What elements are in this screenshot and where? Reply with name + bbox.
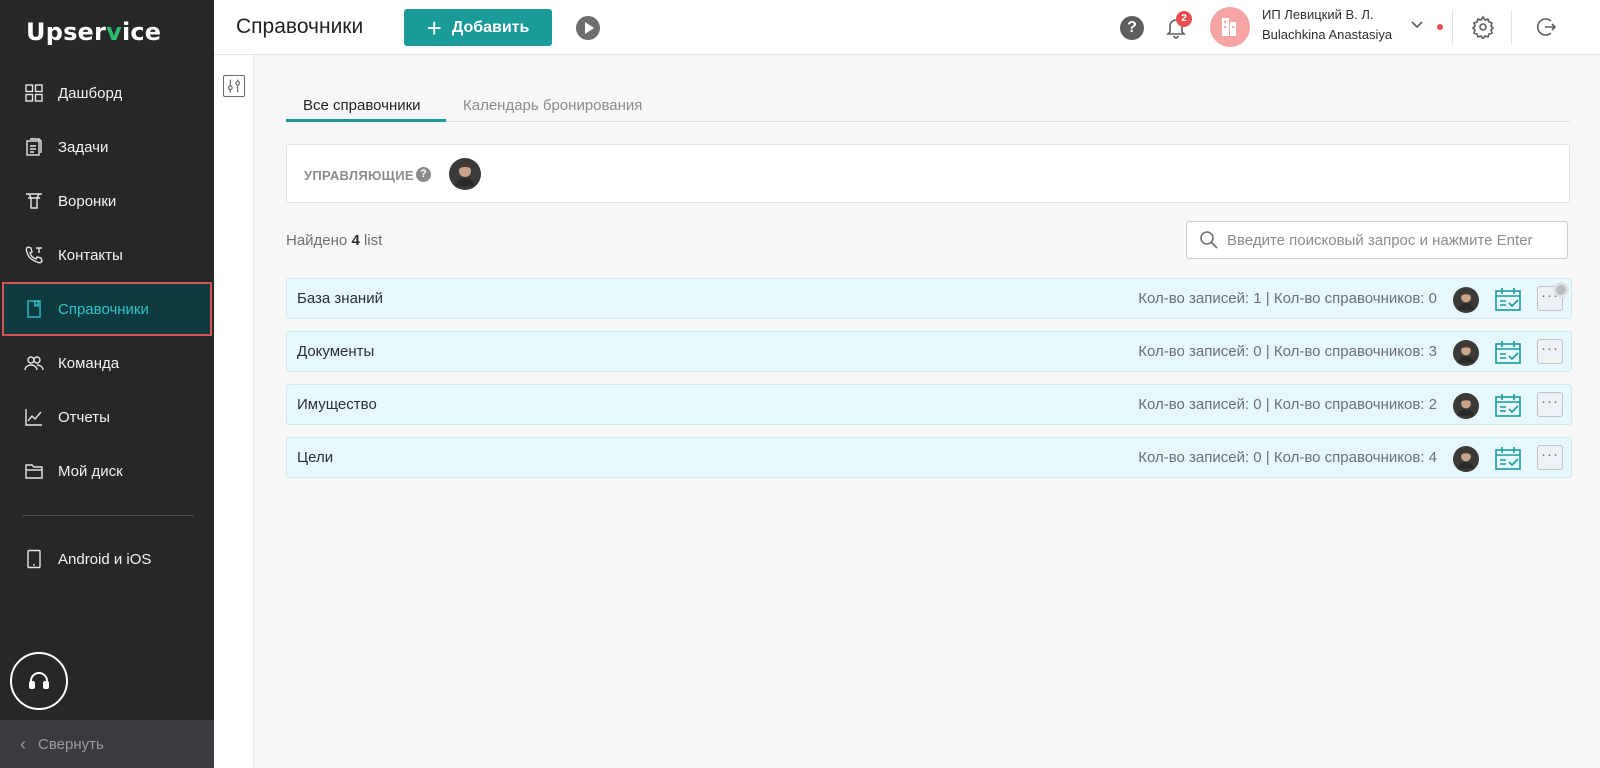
list-item-stats: Кол-во записей: 0 | Кол-во справочников:… [1138, 449, 1437, 466]
row-menu-button[interactable]: ··· [1537, 339, 1563, 364]
chevron-down-icon[interactable] [1410, 18, 1424, 32]
list-item[interactable]: Документы Кол-во записей: 0 | Кол-во спр… [286, 331, 1572, 372]
collapse-sidebar-button[interactable]: ‹ Свернуть [0, 720, 214, 768]
help-icon[interactable]: ? [416, 167, 431, 182]
calendar-check-icon[interactable] [1495, 287, 1521, 312]
chart-line-icon [25, 409, 42, 426]
sidebar-item-label: Команда [58, 354, 120, 372]
list-item-name: База знаний [297, 290, 383, 307]
top-header: Справочники + Добавить ? 2 ИП Левицкий В… [214, 0, 1600, 55]
owner-avatar [1453, 393, 1479, 419]
collapse-label: Свернуть [38, 735, 104, 753]
list-item-name: Документы [297, 343, 375, 360]
search-box [1186, 221, 1568, 259]
header-divider [1452, 10, 1453, 44]
sidebar-item-dashboard[interactable]: Дашборд [0, 66, 214, 120]
search-icon [1200, 231, 1218, 249]
support-headset-button[interactable] [10, 652, 68, 710]
filter-sliders-icon[interactable] [223, 75, 245, 97]
sidebar-divider [22, 515, 194, 516]
list-item[interactable]: База знаний Кол-во записей: 1 | Кол-во с… [286, 278, 1572, 319]
sidebar-mobile-apps: Android и iOS [0, 532, 214, 586]
company-avatar[interactable] [1210, 7, 1250, 47]
calendar-check-icon[interactable] [1495, 393, 1521, 418]
dashboard-grid-icon [25, 84, 43, 102]
main-content: Все справочники Календарь бронирования У… [254, 55, 1600, 768]
phone-contact-icon [25, 246, 43, 264]
search-input[interactable] [1227, 231, 1547, 249]
managers-label: УПРАВЛЯЮЩИЕ [304, 168, 414, 183]
book-icon [27, 300, 41, 318]
logout-icon[interactable] [1534, 15, 1558, 39]
active-tab-indicator [286, 119, 446, 122]
building-icon [1222, 18, 1236, 36]
sidebar-item-android-ios[interactable]: Android и iOS [0, 532, 214, 586]
found-count: Найдено 4 list [286, 232, 383, 249]
tablet-icon [27, 549, 41, 569]
tabs: Все справочники Календарь бронирования [286, 91, 1570, 122]
drag-handle-icon[interactable] [1553, 282, 1569, 298]
directories-list: База знаний Кол-во записей: 1 | Кол-во с… [286, 278, 1572, 490]
gear-icon[interactable] [1471, 15, 1495, 39]
list-item-name: Имущество [297, 396, 377, 413]
row-menu-button[interactable]: ··· [1537, 392, 1563, 417]
list-item[interactable]: Имущество Кол-во записей: 0 | Кол-во спр… [286, 384, 1572, 425]
calendar-check-icon[interactable] [1495, 446, 1521, 471]
sidebar-item-label: Справочники [58, 300, 149, 318]
notifications-badge: 2 [1176, 11, 1192, 27]
plus-icon: + [426, 12, 442, 43]
play-video-button[interactable] [576, 16, 600, 40]
managers-panel: УПРАВЛЯЮЩИЕ ? [286, 144, 1570, 203]
sidebar-item-my-disk[interactable]: Мой диск [0, 444, 214, 498]
page-title: Справочники [236, 15, 364, 38]
list-item-stats: Кол-во записей: 0 | Кол-во справочников:… [1138, 396, 1437, 413]
list-item-name: Цели [297, 449, 334, 466]
sidebar-item-label: Задачи [58, 138, 109, 156]
row-menu-button[interactable]: ··· [1537, 445, 1563, 470]
tab-booking-calendar[interactable]: Календарь бронирования [463, 97, 642, 114]
sidebar-item-label: Контакты [58, 246, 123, 264]
company-name: ИП Левицкий В. Л. [1262, 7, 1374, 22]
headset-icon [29, 672, 49, 689]
tasks-clipboard-icon [26, 138, 42, 156]
sidebar-item-label: Отчеты [58, 408, 110, 426]
sidebar-item-label: Android и iOS [58, 550, 152, 568]
sidebar-item-reports[interactable]: Отчеты [0, 390, 214, 444]
sidebar-item-directories[interactable]: Справочники [2, 282, 212, 336]
calendar-check-icon[interactable] [1495, 340, 1521, 365]
help-button[interactable]: ? [1120, 16, 1144, 40]
folder-icon [25, 464, 43, 479]
owner-avatar [1453, 340, 1479, 366]
list-item-stats: Кол-во записей: 0 | Кол-во справочников:… [1138, 343, 1437, 360]
sidebar-item-funnels[interactable]: Воронки [0, 174, 214, 228]
sidebar-item-tasks[interactable]: Задачи [0, 120, 214, 174]
manager-avatar[interactable] [449, 158, 481, 190]
app-logo[interactable]: Upservice [26, 18, 161, 46]
list-item-stats: Кол-во записей: 1 | Кол-во справочников:… [1138, 290, 1437, 307]
filter-column [214, 55, 254, 768]
owner-avatar [1453, 287, 1479, 313]
sidebar-item-contacts[interactable]: Контакты [0, 228, 214, 282]
owner-avatar [1453, 446, 1479, 472]
sidebar-item-label: Мой диск [58, 462, 123, 480]
sidebar-nav: Дашборд Задачи Воронки Контакты Справочн… [0, 66, 214, 498]
chevron-left-icon: ‹ [20, 733, 26, 754]
header-divider [1511, 10, 1512, 44]
sidebar-item-label: Воронки [58, 192, 117, 210]
team-icon [24, 356, 44, 371]
funnel-icon [26, 193, 42, 209]
sidebar-item-team[interactable]: Команда [0, 336, 214, 390]
sidebar-item-label: Дашборд [58, 84, 123, 102]
sidebar: Upservice Дашборд Задачи Воронки Контакт… [0, 0, 214, 768]
status-dot [1437, 24, 1443, 30]
user-name: Bulachkina Anastasiya [1262, 27, 1393, 42]
list-item[interactable]: Цели Кол-во записей: 0 | Кол-во справочн… [286, 437, 1572, 478]
tab-all-directories[interactable]: Все справочники [303, 97, 421, 114]
add-button-label: Добавить [451, 18, 530, 36]
add-button[interactable]: + Добавить [404, 9, 552, 46]
